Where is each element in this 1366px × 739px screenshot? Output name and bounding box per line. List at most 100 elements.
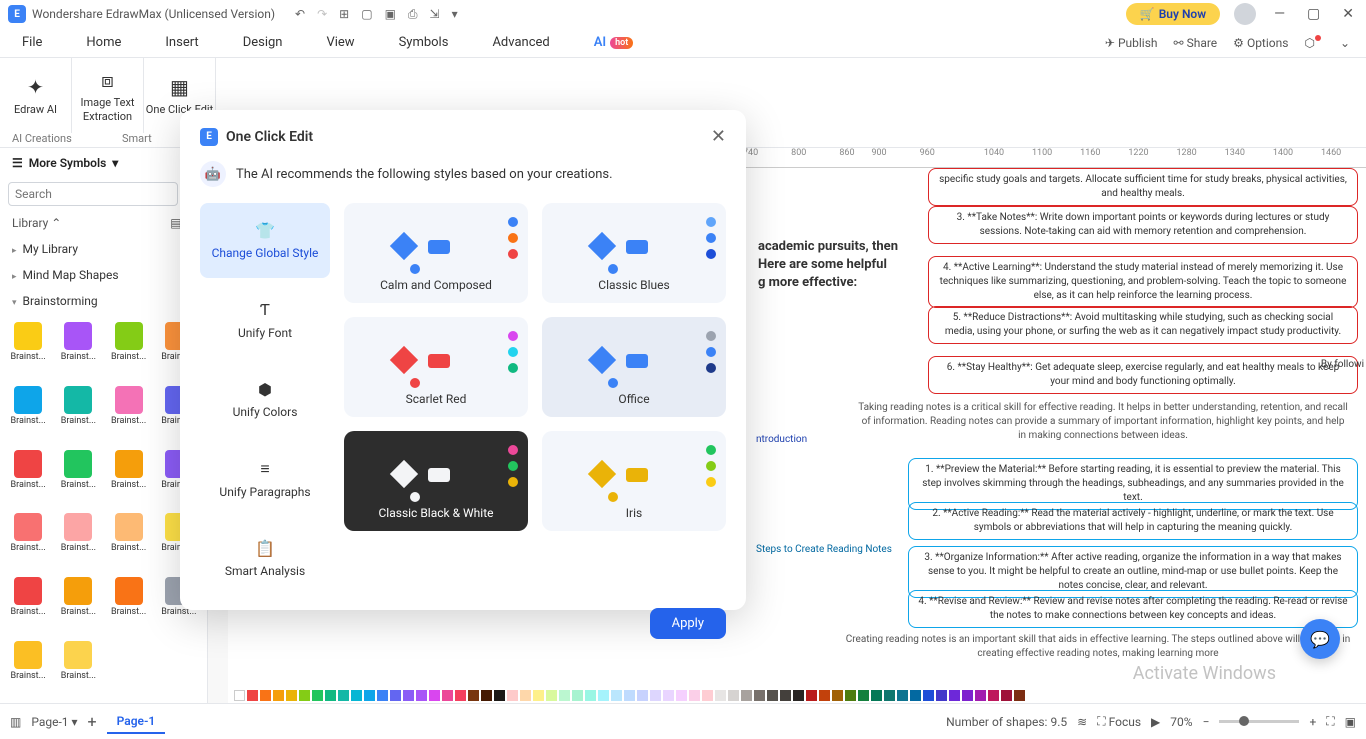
dialog-close-button[interactable]: ✕: [711, 126, 726, 147]
color-swatch[interactable]: [819, 690, 830, 701]
color-swatch[interactable]: [975, 690, 986, 701]
save-icon[interactable]: ▣: [385, 7, 396, 22]
page-selector[interactable]: Page-1 ▾: [31, 715, 77, 729]
color-swatch[interactable]: [260, 690, 271, 701]
open-icon[interactable]: ▢: [361, 7, 372, 22]
red-note-0[interactable]: specific study goals and targets. Alloca…: [928, 168, 1358, 206]
color-swatch[interactable]: [312, 690, 323, 701]
color-swatch[interactable]: [429, 690, 440, 701]
shape-item[interactable]: Brainst...: [4, 573, 52, 635]
page-tab-1[interactable]: Page-1: [107, 710, 166, 734]
layers-icon[interactable]: ≋: [1077, 715, 1087, 729]
color-swatch[interactable]: [442, 690, 453, 701]
color-swatch[interactable]: [676, 690, 687, 701]
color-swatch[interactable]: [637, 690, 648, 701]
color-swatch[interactable]: [897, 690, 908, 701]
color-swatch[interactable]: [715, 690, 726, 701]
color-swatch[interactable]: [299, 690, 310, 701]
color-swatch[interactable]: [468, 690, 479, 701]
shape-item[interactable]: Brainst...: [105, 573, 153, 635]
color-swatch[interactable]: [416, 690, 427, 701]
color-swatch[interactable]: [507, 690, 518, 701]
color-swatch[interactable]: [494, 690, 505, 701]
color-swatch[interactable]: [585, 690, 596, 701]
user-avatar[interactable]: [1234, 3, 1256, 25]
color-swatch[interactable]: [572, 690, 583, 701]
shape-item[interactable]: Brainst...: [4, 446, 52, 508]
color-swatch[interactable]: [611, 690, 622, 701]
shape-item[interactable]: Brainst...: [54, 573, 102, 635]
ai-chat-fab[interactable]: 💬: [1300, 619, 1340, 659]
color-swatch[interactable]: [754, 690, 765, 701]
color-swatch[interactable]: [403, 690, 414, 701]
new-icon[interactable]: ⊞: [339, 7, 349, 22]
play-icon[interactable]: ▶: [1151, 715, 1160, 729]
color-swatch[interactable]: [377, 690, 388, 701]
buy-now-button[interactable]: 🛒Buy Now: [1126, 3, 1220, 25]
opt-unify-colors[interactable]: ⬢Unify Colors: [200, 362, 330, 437]
shape-item[interactable]: Brainst...: [105, 446, 153, 508]
menu-home[interactable]: Home: [64, 28, 143, 57]
opt-unify-paragraphs[interactable]: ≡Unify Paragraphs: [200, 441, 330, 517]
color-swatch[interactable]: [910, 690, 921, 701]
color-swatch[interactable]: [546, 690, 557, 701]
color-swatch[interactable]: [767, 690, 778, 701]
red-note-4[interactable]: 6. **Stay Healthy**: Get adequate sleep,…: [928, 356, 1358, 394]
shape-item[interactable]: Brainst...: [105, 382, 153, 444]
style-card-classic-blues[interactable]: Classic Blues: [542, 203, 726, 303]
color-swatch[interactable]: [650, 690, 661, 701]
color-swatch[interactable]: [871, 690, 882, 701]
color-swatch[interactable]: [598, 690, 609, 701]
style-card-iris[interactable]: Iris: [542, 431, 726, 531]
color-swatch[interactable]: [1014, 690, 1025, 701]
shape-item[interactable]: Brainst...: [4, 637, 52, 699]
zoom-in-button[interactable]: +: [1309, 715, 1316, 729]
shape-item[interactable]: Brainst...: [4, 382, 52, 444]
shape-item[interactable]: Brainst...: [105, 509, 153, 571]
color-swatch[interactable]: [728, 690, 739, 701]
maximize-icon[interactable]: ▢: [1303, 6, 1324, 22]
tool-image-text[interactable]: ⧈Image Text Extraction: [72, 58, 144, 133]
color-swatch[interactable]: [962, 690, 973, 701]
zoom-out-button[interactable]: −: [1203, 715, 1210, 729]
color-swatch[interactable]: [832, 690, 843, 701]
color-swatch[interactable]: [780, 690, 791, 701]
blue-note-1[interactable]: 2. **Active Reading:** Read the material…: [908, 502, 1358, 540]
shape-item[interactable]: Brainst...: [54, 509, 102, 571]
minimize-icon[interactable]: —: [1270, 6, 1289, 22]
color-swatch[interactable]: [520, 690, 531, 701]
menu-symbols[interactable]: Symbols: [377, 28, 471, 57]
zoom-slider[interactable]: [1219, 720, 1299, 723]
color-swatch[interactable]: [923, 690, 934, 701]
apply-button[interactable]: Apply: [650, 608, 726, 639]
add-page-button[interactable]: +: [88, 712, 97, 731]
color-swatch[interactable]: [949, 690, 960, 701]
more-symbols-header[interactable]: ☰ More Symbols▾: [0, 148, 207, 178]
color-swatch[interactable]: [364, 690, 375, 701]
no-color-swatch[interactable]: [234, 690, 245, 701]
shape-item[interactable]: Brainst...: [4, 509, 52, 571]
color-swatch[interactable]: [559, 690, 570, 701]
color-swatch[interactable]: [286, 690, 297, 701]
undo-icon[interactable]: ↶: [295, 7, 305, 22]
color-swatch[interactable]: [273, 690, 284, 701]
shape-item[interactable]: Brainst...: [54, 446, 102, 508]
opt-change-global-style[interactable]: 👕Change Global Style: [200, 203, 330, 278]
share-button[interactable]: ⚯ Share: [1174, 36, 1218, 50]
zoom-level[interactable]: 70%: [1170, 715, 1192, 729]
color-swatch[interactable]: [390, 690, 401, 701]
style-card-calm-and-composed[interactable]: Calm and Composed: [344, 203, 528, 303]
red-note-1[interactable]: 3. **Take Notes**: Write down important …: [928, 206, 1358, 244]
brainstorming-item[interactable]: Brainstorming: [0, 288, 207, 314]
color-swatch[interactable]: [884, 690, 895, 701]
mindmap-shapes-item[interactable]: Mind Map Shapes: [0, 262, 207, 288]
color-swatch[interactable]: [988, 690, 999, 701]
color-swatch[interactable]: [741, 690, 752, 701]
my-library-item[interactable]: My Library: [0, 236, 207, 262]
color-swatch[interactable]: [806, 690, 817, 701]
redo-icon[interactable]: ↷: [317, 7, 327, 22]
library-header[interactable]: Library ⌃▤ M: [0, 210, 207, 236]
fullscreen-icon[interactable]: ▣: [1345, 715, 1356, 729]
color-swatch[interactable]: [689, 690, 700, 701]
color-swatch[interactable]: [624, 690, 635, 701]
